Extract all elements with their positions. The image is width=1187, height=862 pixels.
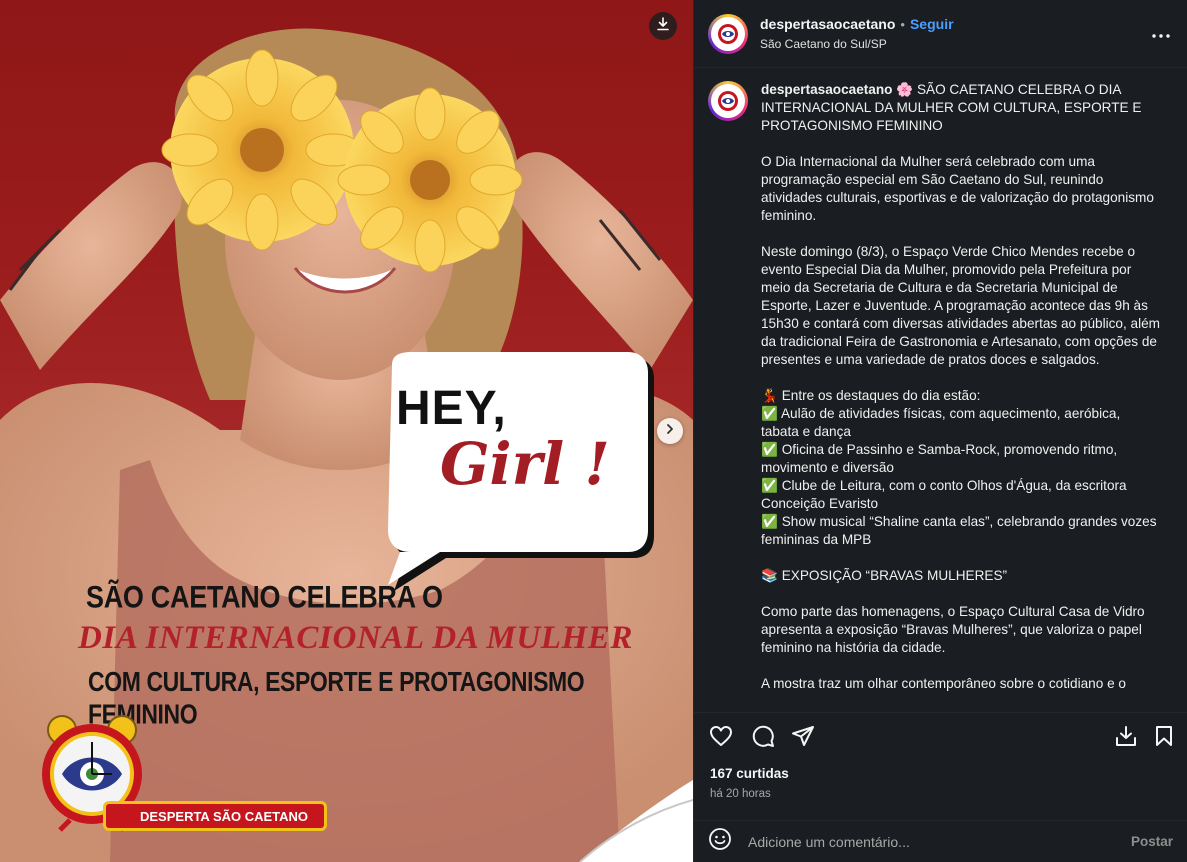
more-horizontal-icon (1152, 25, 1170, 43)
share-icon (791, 724, 815, 753)
avatar[interactable] (708, 13, 748, 54)
logo-label: DESPERTA SÃO CAETANO (103, 801, 328, 831)
image-heading-line2: DIA INTERNACIONAL DA MULHER (78, 620, 634, 656)
likes-count[interactable]: 167 curtidas (710, 766, 789, 781)
post-image[interactable]: HEY, Girl ! SÃO CAETANO CELEBRA O DIA IN… (0, 0, 693, 862)
bubble-girl-text: Girl ! (440, 430, 610, 498)
comment-bar: Postar (694, 820, 1187, 862)
image-heading-line3: COM CULTURA, ESPORTE E PROTAGONISMO FEMI… (88, 666, 585, 730)
download-icon (656, 16, 670, 36)
separator-dot: • (900, 17, 905, 32)
bookmark-icon (1154, 725, 1174, 752)
more-options-button[interactable] (1149, 22, 1173, 46)
caption: despertasaocaetano 🌸 SÃO CAETANO CELEBRA… (708, 81, 1173, 693)
header-username[interactable]: despertasaocaetano (760, 16, 895, 32)
share-button[interactable] (790, 725, 816, 751)
post-side-panel: despertasaocaetano • Seguir São Caetano do… (693, 0, 1187, 862)
smiley-icon[interactable] (708, 827, 732, 856)
location-link[interactable]: São Caetano do Sul/SP (760, 37, 954, 51)
download-button[interactable] (649, 12, 677, 40)
save-to-collection-button[interactable] (1113, 725, 1139, 751)
caption-body: 🌸 SÃO CAETANO CELEBRA O DIA INTERNACIONA… (761, 82, 1160, 691)
post-header: despertasaocaetano • Seguir São Caetano do… (694, 0, 1187, 68)
follow-button[interactable]: Seguir (910, 16, 954, 32)
comment-icon (751, 724, 775, 753)
post-time[interactable]: há 20 horas (710, 788, 771, 800)
heart-icon (709, 725, 733, 752)
like-button[interactable] (708, 725, 734, 751)
caption-username[interactable]: despertasaocaetano (761, 82, 892, 97)
next-slide-button[interactable] (657, 418, 683, 444)
post-comment-button[interactable]: Postar (1131, 834, 1173, 849)
comment-input[interactable] (748, 833, 1131, 850)
bookmark-button[interactable] (1151, 725, 1177, 751)
caption-scroll-area[interactable]: despertasaocaetano 🌸 SÃO CAETANO CELEBRA… (694, 69, 1187, 711)
chevron-right-icon (664, 422, 676, 440)
bubble-hey-text: HEY, (396, 382, 507, 435)
comment-button[interactable] (750, 725, 776, 751)
caption-text: despertasaocaetano 🌸 SÃO CAETANO CELEBRA… (761, 81, 1161, 693)
action-bar (694, 712, 1187, 760)
caption-avatar[interactable] (708, 81, 748, 121)
download-icon (1115, 725, 1137, 752)
image-heading-line1: SÃO CAETANO CELEBRA O (86, 580, 443, 615)
